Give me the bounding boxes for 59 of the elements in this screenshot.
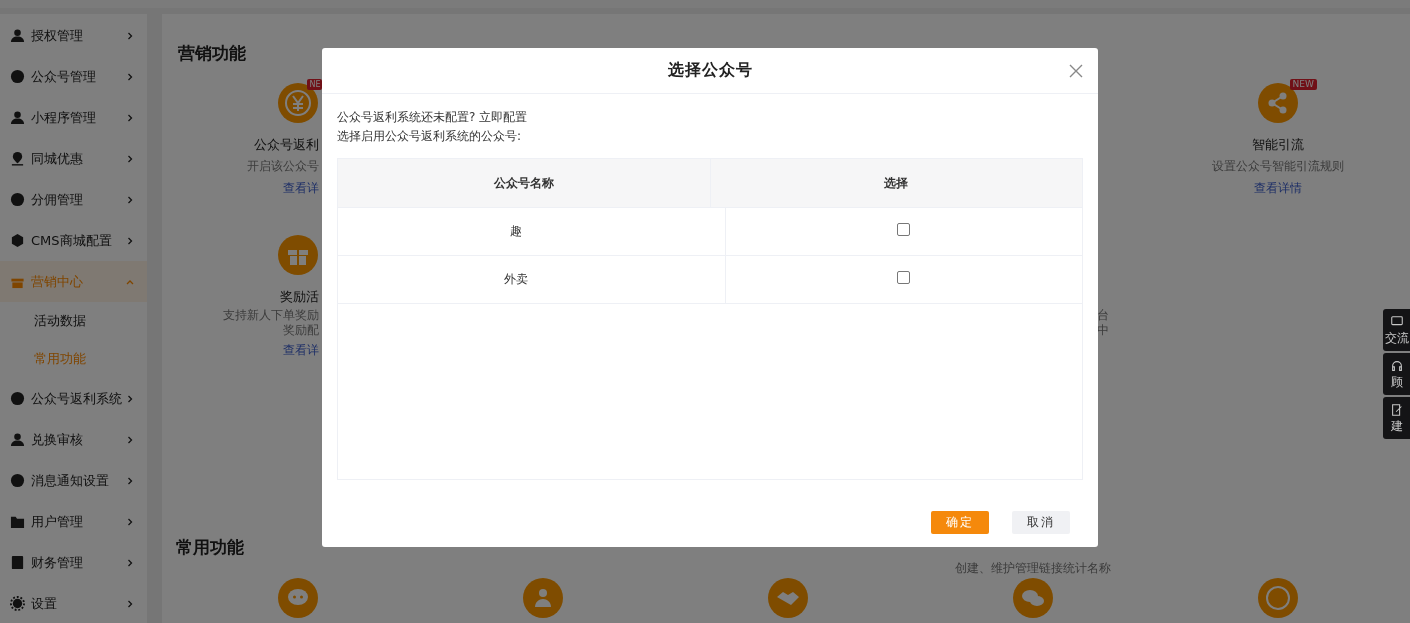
sidebar-item[interactable]: 设置 xyxy=(0,583,147,623)
sidebar-item[interactable]: 兑换审核 xyxy=(0,419,147,460)
checkbox[interactable] xyxy=(897,271,911,284)
sidebar-item[interactable]: CMS商城配置 xyxy=(0,220,147,261)
close-icon[interactable] xyxy=(1069,64,1083,78)
card-title: 奖励活 xyxy=(279,289,319,304)
chat-bubble-icon[interactable] xyxy=(278,578,319,618)
hex-icon xyxy=(10,233,25,248)
table-cell-text: 趣 xyxy=(509,223,524,240)
sidebar-item[interactable]: 同城优惠 xyxy=(0,138,147,179)
float-tool-button[interactable]: 顾 xyxy=(1383,353,1410,395)
new-badge: NE xyxy=(307,79,323,90)
float-tool-button[interactable]: 建 xyxy=(1383,397,1410,439)
cancel-button[interactable]: 取消 xyxy=(1012,511,1070,534)
column-header: 选择 xyxy=(709,159,1082,207)
sidebar-item[interactable]: 财务管理 xyxy=(0,542,147,583)
person-icon xyxy=(10,110,25,125)
card-description: 中 xyxy=(1097,323,1110,338)
table-cell-text: 外卖 xyxy=(503,271,530,288)
person-icon xyxy=(10,28,25,43)
dialog-text: 选择启用公众号返利系统的公众号: xyxy=(337,128,523,145)
sidebar-item[interactable]: 用户管理 xyxy=(0,501,147,542)
chat-bubbles-icon[interactable] xyxy=(1012,578,1053,618)
pin-icon xyxy=(10,151,25,166)
gear-icon xyxy=(10,596,25,611)
sidebar-item[interactable]: 公众号返利系统 xyxy=(0,378,147,419)
card-title: 智能引流 xyxy=(1251,137,1304,152)
section-title: 常用功能 xyxy=(176,537,245,559)
card-title: 公众号返利 xyxy=(253,137,319,152)
dialog-text: 公众号返利系统还未配置? 立即配置 xyxy=(337,109,529,126)
sidebar-item[interactable]: 公众号管理 xyxy=(0,56,147,97)
folder-icon xyxy=(10,514,25,529)
dialog-title: 选择公众号 xyxy=(667,60,753,81)
details-link[interactable]: 查看详 xyxy=(282,178,319,198)
sidebar-item[interactable]: 授权管理 xyxy=(0,15,147,56)
card-description: 支持新人下单奖励 xyxy=(222,308,319,323)
gift-icon xyxy=(278,235,319,275)
doc-icon xyxy=(10,555,25,570)
users-icon[interactable] xyxy=(523,578,564,618)
float-tool-button[interactable]: 交流 xyxy=(1383,309,1410,351)
card-description: 创建、维护管理链接统计名称 xyxy=(954,560,1111,577)
card-description: 台 xyxy=(1097,308,1110,323)
column-header: 公众号名称 xyxy=(492,174,555,192)
details-link[interactable]: 查看详 xyxy=(282,340,319,360)
sidebar-item[interactable]: 分佣管理 xyxy=(0,179,147,220)
card-description: 奖励配 xyxy=(282,323,319,338)
edit-icon xyxy=(1389,403,1404,417)
sidebar-item[interactable]: 消息通知设置 xyxy=(0,460,147,501)
new-badge: NEW xyxy=(1289,79,1317,90)
headset-icon xyxy=(1389,359,1404,373)
card-description: 开启该公众号 xyxy=(246,158,319,175)
checkbox[interactable] xyxy=(897,223,911,236)
sidebar-subitem[interactable]: 活动数据 xyxy=(0,302,147,340)
confirm-button[interactable]: 确定 xyxy=(931,511,989,534)
sidebar-item[interactable]: 小程序管理 xyxy=(0,97,147,138)
person-icon xyxy=(10,432,25,447)
circle-icon xyxy=(10,192,25,207)
details-link[interactable]: 查看详情 xyxy=(1253,178,1302,198)
section-title: 营销功能 xyxy=(178,43,247,63)
